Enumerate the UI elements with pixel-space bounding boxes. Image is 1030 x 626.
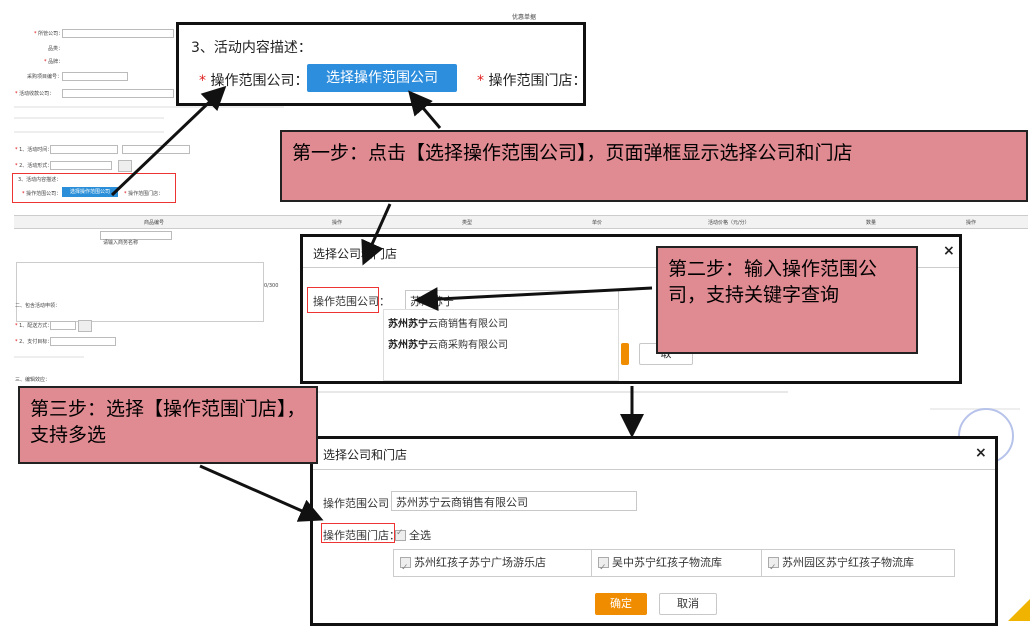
arrow-callout1-to-dialog	[361, 203, 392, 266]
arrow-callout3-to-store-label	[199, 464, 324, 522]
arrow-callout2-to-input	[414, 286, 653, 312]
arrow-callout1-to-button	[408, 90, 442, 129]
page-corner-decoration	[1008, 599, 1030, 621]
arrow-form-to-zoom	[110, 85, 227, 197]
annotation-arrows	[110, 85, 653, 522]
